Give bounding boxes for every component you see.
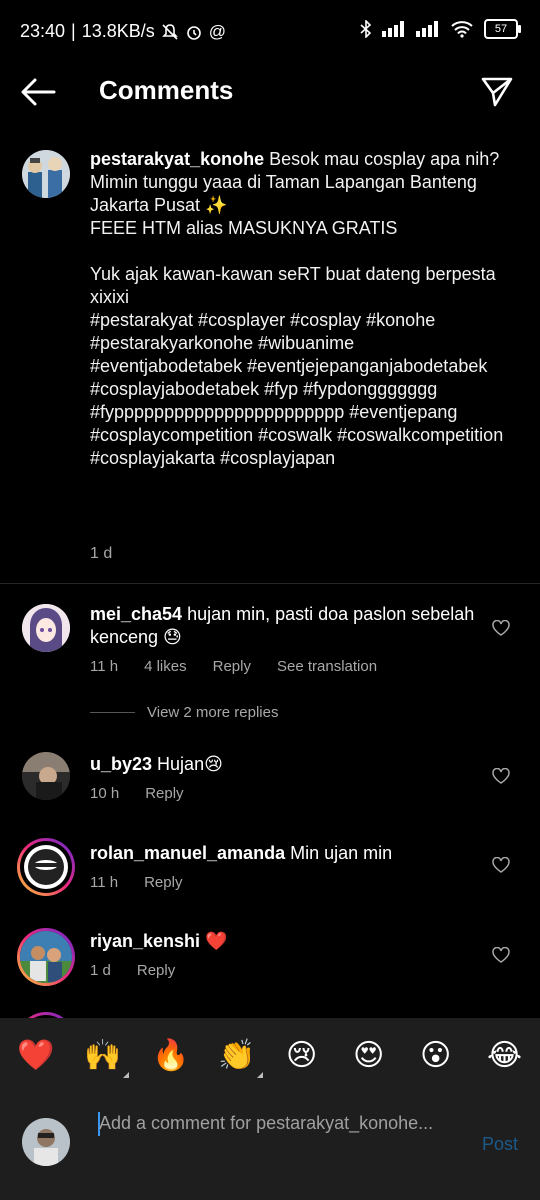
likes-count[interactable]: 4 likes [144, 658, 187, 675]
battery-indicator: 57 [484, 19, 521, 39]
alarm-icon [186, 25, 201, 40]
comment-avatar[interactable] [17, 928, 75, 986]
comment-time: 1 d [90, 962, 111, 979]
status-bar: 23:40 | 13.8KB/s @ 57 [0, 0, 540, 64]
comment-text: mei_cha54 hujan min, pasti doa paslon se… [90, 604, 475, 647]
view-more-replies-label: View 2 more replies [147, 704, 279, 721]
comment-input[interactable]: Add a comment for pestarakyat_konohe... [99, 1112, 459, 1135]
caption-time: 1 d [90, 545, 113, 562]
avatar-image [22, 604, 70, 652]
reply-button[interactable]: Reply [213, 658, 251, 675]
comment-meta: 10 h Reply [90, 785, 184, 802]
comment-time: 11 h [90, 874, 119, 891]
like-heart-icon[interactable] [492, 857, 510, 873]
like-heart-icon[interactable] [492, 947, 510, 963]
caption-divider [0, 583, 540, 584]
emoji-heart-eyes[interactable]: 😍 [353, 1036, 384, 1076]
reply-button[interactable]: Reply [144, 874, 182, 891]
like-heart-icon[interactable] [492, 620, 510, 636]
status-left: 23:40 | 13.8KB/s @ [20, 21, 227, 41]
avatar-image [20, 931, 72, 983]
wifi-icon [451, 21, 473, 38]
emoji-quick-bar: ❤️ 🙌 🔥 👏 😢 😍 😮 😂 [0, 1018, 540, 1096]
mute-icon [161, 23, 178, 40]
avatar-image [22, 752, 70, 800]
emoji-raising-hands[interactable]: 🙌 [84, 1036, 130, 1078]
see-translation-button[interactable]: See translation [277, 658, 377, 675]
status-time: 23:40 [20, 21, 66, 41]
replies-line [90, 712, 135, 713]
back-arrow-icon[interactable] [20, 77, 56, 107]
comment-username[interactable]: mei_cha54 [90, 604, 182, 624]
emoji-surprised[interactable]: 😮 [420, 1036, 451, 1076]
comment-meta: 1 d Reply [90, 962, 175, 979]
page-title: Comments [99, 75, 234, 105]
comment-avatar[interactable] [22, 604, 70, 652]
comment-avatar[interactable] [17, 838, 75, 896]
comment-text: rolan_manuel_amanda Min ujan min [90, 843, 393, 863]
view-more-replies[interactable]: View 2 more replies [90, 704, 278, 721]
signal-icon-2 [416, 21, 438, 37]
bluetooth-icon [360, 20, 372, 38]
comments-header: Comments [0, 64, 540, 120]
current-user-avatar [22, 1118, 70, 1166]
caption-author-avatar[interactable] [22, 150, 70, 198]
avatar-image [24, 845, 68, 889]
like-heart-icon[interactable] [492, 768, 510, 784]
caption-username[interactable]: pestarakyat_konohe [90, 149, 264, 169]
comment-text: riyan_kenshi ❤️ [90, 931, 228, 951]
post-button[interactable]: Post [482, 1134, 518, 1155]
at-icon: @ [208, 21, 227, 41]
comment-username[interactable]: rolan_manuel_amanda [90, 843, 285, 863]
emoji-fire[interactable]: 🔥 [152, 1036, 189, 1076]
emoji-laughing[interactable]: 😂 [487, 1036, 522, 1076]
comment-text: u_by23 Hujan😢 [90, 754, 223, 774]
reply-button[interactable]: Reply [145, 785, 183, 802]
emoji-clapping[interactable]: 👏 [218, 1036, 264, 1078]
caption-body: Besok mau cosplay apa nih? Mimin tunggu … [90, 149, 504, 468]
status-right: 57 [360, 19, 521, 39]
comment-meta: 11 h 4 likes Reply See translation [90, 658, 377, 675]
comment-meta: 11 h Reply [90, 874, 182, 891]
avatar-image [22, 150, 70, 198]
comment-username[interactable]: u_by23 [90, 754, 152, 774]
emoji-crying[interactable]: 😢 [286, 1036, 317, 1076]
avatar-image [22, 1118, 70, 1166]
reply-button[interactable]: Reply [137, 962, 175, 979]
send-icon[interactable] [480, 74, 514, 108]
comment-avatar[interactable] [22, 752, 70, 800]
comment-composer: Add a comment for pestarakyat_konohe... … [0, 1096, 540, 1200]
network-speed: 13.8KB/s [81, 21, 155, 41]
caption-text: pestarakyat_konohe Besok mau cosplay apa… [90, 148, 510, 470]
emoji-heart[interactable]: ❤️ [17, 1036, 54, 1076]
comment-username[interactable]: riyan_kenshi [90, 931, 200, 951]
comment-time: 10 h [90, 785, 120, 802]
signal-icon-1 [382, 21, 404, 37]
bottom-panel: ❤️ 🙌 🔥 👏 😢 😍 😮 😂 Add a comment for pesta… [0, 1018, 540, 1200]
comment-time: 11 h [90, 658, 119, 675]
